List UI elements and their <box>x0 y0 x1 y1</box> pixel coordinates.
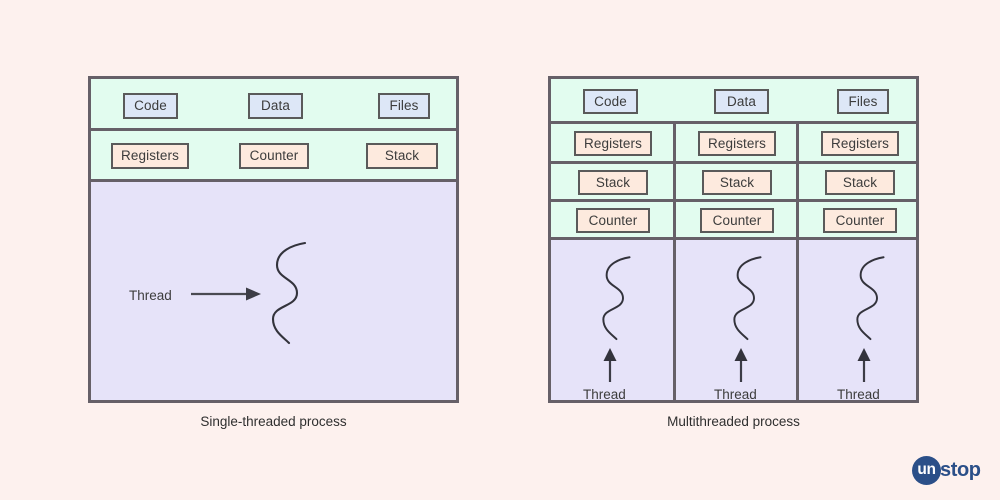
left-thread-squiggle-icon <box>263 239 309 349</box>
right-col2-chip-stack[interactable]: Stack <box>702 170 772 195</box>
right-counter-band: Counter Counter Counter <box>551 202 916 240</box>
single-threaded-process-diagram: Code Data Files Registers Counter Stack … <box>88 76 459 403</box>
left-chip-counter[interactable]: Counter <box>239 143 309 169</box>
left-shared-resources-band: Code Data Files <box>91 79 456 131</box>
left-thread-area: Thread <box>91 182 456 400</box>
right-diagram-caption: Multithreaded process <box>667 414 800 429</box>
right-col2-thread-squiggle-icon <box>722 254 768 344</box>
left-chip-registers[interactable]: Registers <box>111 143 189 169</box>
left-diagram-caption: Single-threaded process <box>200 414 347 429</box>
left-chip-stack[interactable]: Stack <box>366 143 438 169</box>
right-col2-chip-counter[interactable]: Counter <box>700 208 774 233</box>
left-chip-code[interactable]: Code <box>123 93 178 119</box>
right-col3-chip-stack[interactable]: Stack <box>825 170 895 195</box>
left-thread-arrow-icon <box>191 282 263 306</box>
unstop-logo-wordmark: stop <box>940 459 981 481</box>
diagram-canvas: Code Data Files Registers Counter Stack … <box>0 0 1000 500</box>
right-col3-chip-registers[interactable]: Registers <box>821 131 899 156</box>
right-col1-thread-arrow-icon <box>600 348 620 382</box>
right-col3-chip-counter[interactable]: Counter <box>823 208 897 233</box>
right-chip-data[interactable]: Data <box>714 89 769 114</box>
right-col1-thread-squiggle-icon <box>591 254 637 344</box>
right-col3-thread-squiggle-icon <box>845 254 891 344</box>
right-column-divider-1 <box>673 124 676 400</box>
left-thread-resources-band: Registers Counter Stack <box>91 131 456 182</box>
right-col2-chip-registers[interactable]: Registers <box>698 131 776 156</box>
right-column-divider-2 <box>796 124 799 400</box>
unstop-logo-mark: un <box>912 455 941 485</box>
right-col2-thread-label: Thread <box>714 387 757 402</box>
right-chip-code[interactable]: Code <box>583 89 638 114</box>
right-col3-thread-label: Thread <box>837 387 880 402</box>
right-col1-chip-stack[interactable]: Stack <box>578 170 648 195</box>
right-shared-resources-band: Code Data Files <box>551 79 916 124</box>
unstop-logo[interactable]: un stop <box>912 455 981 485</box>
right-stack-band: Stack Stack Stack <box>551 164 916 202</box>
right-registers-band: Registers Registers Registers <box>551 124 916 164</box>
right-threads-area: Thread Thread Thread <box>551 240 916 402</box>
multithreaded-process-diagram: Code Data Files Registers Registers Regi… <box>548 76 919 403</box>
left-chip-files[interactable]: Files <box>378 93 430 119</box>
right-col1-chip-counter[interactable]: Counter <box>576 208 650 233</box>
right-col3-thread-arrow-icon <box>854 348 874 382</box>
right-col1-thread-label: Thread <box>583 387 626 402</box>
left-chip-data[interactable]: Data <box>248 93 303 119</box>
right-col1-chip-registers[interactable]: Registers <box>574 131 652 156</box>
right-col2-thread-arrow-icon <box>731 348 751 382</box>
right-chip-files[interactable]: Files <box>837 89 889 114</box>
left-thread-label: Thread <box>129 288 172 303</box>
